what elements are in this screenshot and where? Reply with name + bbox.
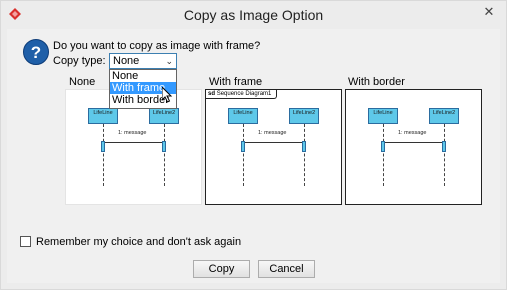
lifeline-box: LifeLine2 [149,108,179,124]
message-label: 1: message [258,130,287,136]
message-arrow [245,142,302,143]
frame-tag-name: Sequence Diagram1 [216,91,272,97]
preview-with-border[interactable]: LifeLine LifeLine2 1: message [345,89,482,205]
message-label: 1: message [118,130,147,136]
preview-with-frame[interactable]: sd Sequence Diagram1 LifeLine LifeLine2 … [205,89,342,205]
dialog-body: ? Do you want to copy as image with fram… [7,29,500,283]
lifeline-box: LifeLine2 [429,108,459,124]
remember-choice-checkbox[interactable] [20,236,31,247]
preview-label-with-border: With border [348,76,405,88]
frame-tag: sd Sequence Diagram1 [206,90,278,99]
activation-bar [101,141,105,152]
lifeline-line [304,124,305,186]
lifeline-box: LifeLine [228,108,258,124]
copy-type-label: Copy type: [53,55,106,67]
svg-text:?: ? [31,43,41,62]
lifeline-line [383,124,384,186]
dropdown-option-none[interactable]: None [110,70,176,82]
copy-type-selected-value: None [113,55,140,67]
question-icon: ? [23,39,49,65]
window-title: Copy as Image Option [183,7,324,23]
cancel-button[interactable]: Cancel [258,260,315,278]
activation-bar [241,141,245,152]
lifeline-line [243,124,244,186]
lifeline-line [444,124,445,186]
lifeline-line [103,124,104,186]
lifeline-box: LifeLine2 [289,108,319,124]
copy-button[interactable]: Copy [193,260,250,278]
message-arrow [105,142,162,143]
chevron-down-icon: ⌄ [165,56,173,66]
mouse-pointer-icon [162,87,173,103]
remember-choice-label[interactable]: Remember my choice and don't ask again [36,236,241,248]
preview-label-none: None [69,76,96,88]
activation-bar [302,141,306,152]
close-button[interactable]: ✕ [474,2,504,22]
activation-bar [381,141,385,152]
lifeline-box: LifeLine [88,108,118,124]
lifeline-box: LifeLine [368,108,398,124]
message-arrow [385,142,442,143]
lifeline-line [164,124,165,186]
dialog-window: Copy as Image Option ✕ ? Do you want to … [0,0,507,290]
frame-tag-prefix: sd [208,91,216,97]
activation-bar [162,141,166,152]
message-label: 1: message [398,130,427,136]
copy-type-select[interactable]: None ⌄ [109,53,177,69]
question-text: Do you want to copy as image with frame? [53,40,261,52]
title-bar: Copy as Image Option ✕ [1,1,506,29]
activation-bar [442,141,446,152]
preview-label-with-frame: With frame [209,76,263,88]
